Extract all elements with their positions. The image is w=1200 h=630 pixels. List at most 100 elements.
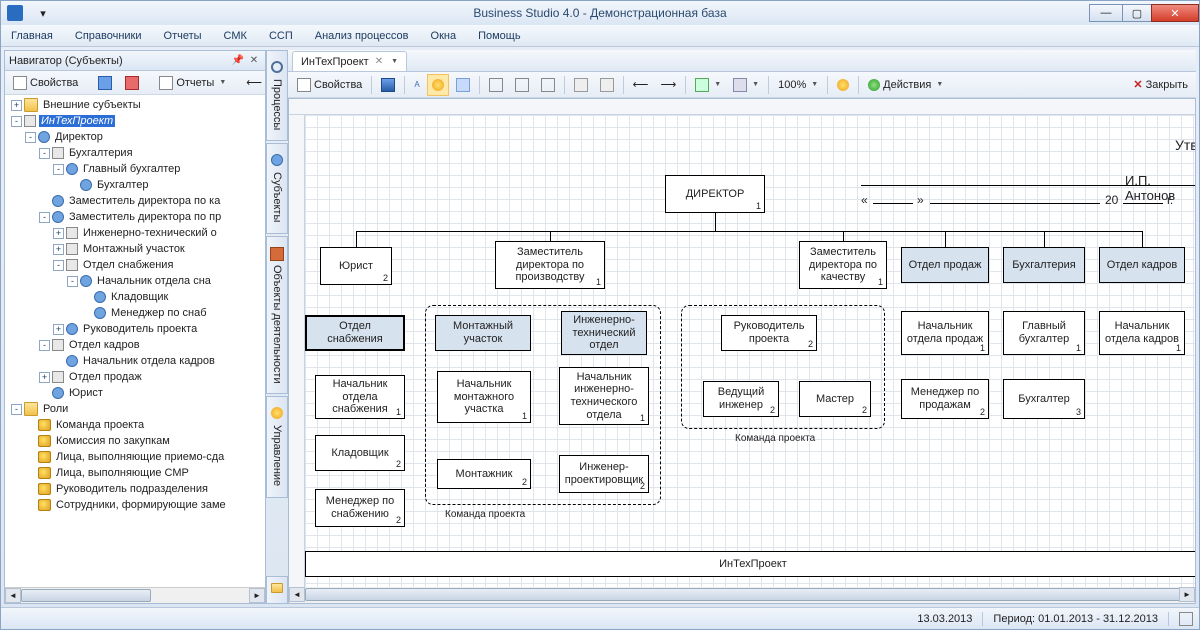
box-zam-prod[interactable]: Заместитель директора по производству1 [495,241,605,289]
menu-main[interactable]: Главная [11,30,53,42]
box-zam-qual[interactable]: Заместитель директора по качеству1 [799,241,887,289]
save-button[interactable] [376,74,400,96]
tool-a[interactable] [451,74,475,96]
scroll-left-icon[interactable]: ◄ [5,588,21,603]
tree-row[interactable]: -Бухгалтерия [7,145,265,161]
diagram-canvas[interactable]: Утверждаю И.П. Антонов « » 20 г. ДИРЕКТО [305,115,1195,587]
expand-icon[interactable]: - [39,340,50,351]
tree-row[interactable]: +Руководитель проекта [7,321,265,337]
box-otdel-prodazh[interactable]: Отдел продаж [901,247,989,283]
side-tab-extra[interactable] [266,576,288,604]
expand-icon[interactable]: - [53,164,64,175]
box-buh[interactable]: Бухгалтерия [1003,247,1085,283]
tool-b[interactable] [484,74,508,96]
navigator-hscrollbar[interactable]: ◄ ► [5,587,265,603]
diagram-scroll-left-icon[interactable]: ◄ [289,587,305,602]
nav-back-button[interactable]: ⟵ [241,73,267,93]
tree-row[interactable]: Лица, выполняющие приемо-сда [7,449,265,465]
maximize-button[interactable]: ▢ [1122,4,1152,22]
tree-row[interactable]: -ИнТехПроект [7,113,265,129]
properties-button[interactable]: Свойства [8,73,83,93]
minimize-button[interactable]: — [1089,4,1123,22]
status-icon[interactable] [1179,612,1193,626]
tree-row[interactable]: Кладовщик [7,289,265,305]
side-tab-management[interactable]: Управление [266,396,288,497]
box-otdel-snab[interactable]: Отдел снабжения [305,315,405,351]
nav-tool-2[interactable] [120,73,144,93]
tree-row[interactable]: Начальник отдела кадров [7,353,265,369]
nav-back[interactable]: ⟵ [628,74,654,96]
tree-row[interactable]: -Роли [7,401,265,417]
navigator-tree[interactable]: +Внешние субъекты-ИнТехПроект-Директор-Б… [5,95,265,587]
app-icon[interactable] [1,1,29,25]
tree-row[interactable]: +Отдел продаж [7,369,265,385]
pin-icon[interactable]: 📌 [231,54,245,68]
window-close-button[interactable]: ✕ [1151,4,1199,22]
box-nach-kadrov[interactable]: Начальник отдела кадров1 [1099,311,1185,355]
tree-row[interactable]: -Отдел снабжения [7,257,265,273]
tab-dropdown-icon[interactable]: ▼ [391,58,398,65]
tree-row[interactable]: +Внешние субъекты [7,97,265,113]
box-kladov[interactable]: Кладовщик2 [315,435,405,471]
tree-row[interactable]: +Монтажный участок [7,241,265,257]
tree-row[interactable]: Команда проекта [7,417,265,433]
tree-row[interactable]: Комиссия по закупкам [7,433,265,449]
tree-row[interactable]: Лица, выполняющие СМР [7,465,265,481]
tool-selected[interactable] [427,74,449,96]
expand-icon[interactable]: - [39,148,50,159]
tool-e[interactable] [569,74,593,96]
tree-row[interactable]: Бухгалтер [7,177,265,193]
tool-h[interactable]: ▼ [728,74,764,96]
expand-icon[interactable]: + [53,244,64,255]
expand-icon[interactable]: + [11,100,22,111]
expand-icon[interactable]: - [11,116,22,127]
tree-row[interactable]: -Отдел кадров [7,337,265,353]
scroll-thumb[interactable] [21,589,151,602]
box-otdel-kadrov[interactable]: Отдел кадров [1099,247,1185,283]
tree-row[interactable]: -Заместитель директора по пр [7,209,265,225]
tree-row[interactable]: -Главный бухгалтер [7,161,265,177]
menu-bsc[interactable]: ССП [269,30,293,42]
box-nach-snab[interactable]: Начальник отдела снабжения1 [315,375,405,419]
diagram-scroll-thumb[interactable] [305,588,1185,601]
side-tab-subjects[interactable]: Субъекты [266,143,288,233]
tool-i[interactable] [832,74,854,96]
menu-reports[interactable]: Отчеты [164,30,202,42]
tree-row[interactable]: +Инженерно-технический о [7,225,265,241]
menu-windows[interactable]: Окна [431,30,457,42]
nav-tool-1[interactable] [93,73,117,93]
side-tab-processes[interactable]: Процессы [266,50,288,141]
nav-reports-button[interactable]: Отчеты▼ [154,73,231,93]
expand-icon[interactable]: + [39,372,50,383]
expand-icon[interactable]: - [25,132,36,143]
zoom-combo[interactable]: 100%▼ [773,74,823,96]
box-director[interactable]: ДИРЕКТОР1 [665,175,765,213]
tree-row[interactable]: Заместитель директора по ка [7,193,265,209]
expand-icon[interactable]: + [53,324,64,335]
diagram-close-button[interactable]: ✕Закрыть [1129,78,1192,91]
tool-auto[interactable]: A [409,74,424,96]
menu-process-analysis[interactable]: Анализ процессов [315,30,409,42]
tab-close-icon[interactable]: ✕ [375,56,383,67]
diagram-scroll-right-icon[interactable]: ► [1179,587,1195,602]
box-glav-buh[interactable]: Главный бухгалтер1 [1003,311,1085,355]
tool-d[interactable] [536,74,560,96]
side-tab-activity-objects[interactable]: Объекты деятельности [266,236,288,395]
menu-help[interactable]: Помощь [478,30,521,42]
diagram-properties-button[interactable]: Свойства [292,74,367,96]
box-men-prod[interactable]: Менеджер по продажам2 [901,379,989,419]
tree-row[interactable]: Руководитель подразделения [7,481,265,497]
nav-fwd[interactable]: ⟶ [655,74,681,96]
doc-tab-active[interactable]: ИнТехПроект ✕ ▼ [292,51,407,71]
actions-button[interactable]: Действия▼ [863,74,948,96]
menu-qms[interactable]: СМК [224,30,247,42]
tree-row[interactable]: Сотрудники, формирующие заме [7,497,265,513]
box-nach-prodazh[interactable]: Начальник отдела продаж1 [901,311,989,355]
box-jurist[interactable]: Юрист2 [320,247,392,285]
tree-row[interactable]: Менеджер по снаб [7,305,265,321]
tree-row[interactable]: Юрист [7,385,265,401]
expand-icon[interactable]: - [67,276,78,287]
scroll-right-icon[interactable]: ► [249,588,265,603]
box-men-snab[interactable]: Менеджер по снабжению2 [315,489,405,527]
expand-icon[interactable]: - [39,212,50,223]
